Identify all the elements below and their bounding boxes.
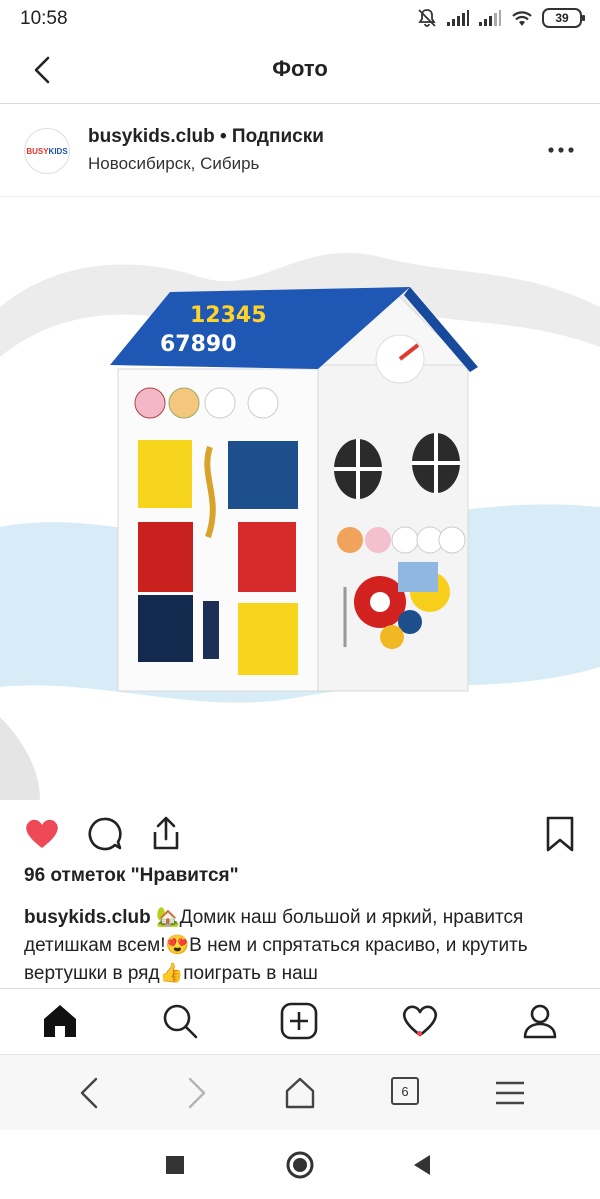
- triangle-back-icon: [414, 1155, 430, 1175]
- save-button[interactable]: [540, 814, 580, 854]
- share-icon: [153, 816, 179, 850]
- post-photo[interactable]: 12345 67890: [0, 197, 600, 800]
- app-header: Фото: [0, 38, 600, 104]
- chevron-left-icon: [80, 1077, 98, 1109]
- browser-toolbar: [0, 1054, 600, 1130]
- signal-2-icon: [479, 10, 501, 26]
- status-time: 10:58: [20, 8, 68, 29]
- busy-house-image: 12345 67890: [0, 252, 600, 800]
- likes-count[interactable]: 96 отметок "Нравится": [24, 865, 239, 887]
- search-icon: [163, 1004, 198, 1039]
- nav-add-post-button[interactable]: [279, 1001, 319, 1041]
- post-actions: [0, 810, 600, 860]
- recent-apps-button[interactable]: [160, 1150, 190, 1180]
- system-nav-bar: [0, 1130, 600, 1199]
- page-title: Фото: [272, 56, 328, 81]
- profile-icon: [523, 1004, 557, 1039]
- muted-bell-icon: [418, 9, 436, 27]
- post-caption: busykids.club 🏡Домик наш большой и яркий…: [24, 904, 584, 988]
- more-dots-icon: [548, 147, 574, 153]
- hamburger-menu-icon: [496, 1081, 524, 1105]
- browser-tabs-button[interactable]: 6: [391, 1077, 419, 1105]
- square-icon: [166, 1156, 184, 1174]
- wifi-icon: [512, 11, 532, 26]
- signal-icon: [447, 10, 469, 26]
- comment-icon: [88, 817, 122, 851]
- circle-icon: [286, 1151, 314, 1179]
- caption-username[interactable]: busykids.club: [24, 907, 151, 928]
- separator-dot: •: [214, 126, 232, 147]
- post-user-line: busykids.club • Подписки: [88, 126, 324, 148]
- status-bar: 10:58 39: [0, 0, 600, 38]
- heart-filled-icon: [26, 819, 58, 848]
- browser-back-button[interactable]: [70, 1073, 110, 1113]
- add-square-icon: [280, 1002, 318, 1040]
- home-outline-icon: [285, 1077, 315, 1109]
- system-back-button[interactable]: [408, 1150, 438, 1180]
- battery-indicator: 39: [542, 8, 585, 28]
- post-username[interactable]: busykids.club: [88, 126, 215, 147]
- activity-notification-dot: [417, 1031, 422, 1036]
- browser-forward-button[interactable]: [176, 1073, 216, 1113]
- follow-state[interactable]: Подписки: [232, 126, 324, 147]
- browser-home-button[interactable]: [280, 1073, 320, 1113]
- nav-profile-button[interactable]: [520, 1001, 560, 1041]
- post-location[interactable]: Новосибирск, Сибирь: [88, 154, 259, 174]
- nav-search-button[interactable]: [160, 1001, 200, 1041]
- system-home-button[interactable]: [285, 1150, 315, 1180]
- chevron-right-icon: [188, 1077, 206, 1109]
- avatar-logo: BUSYKIDS: [26, 146, 68, 156]
- status-icons: 39: [416, 8, 585, 28]
- post-header: BUSYKIDS busykids.club • Подписки Новоси…: [0, 104, 600, 197]
- comment-button[interactable]: [84, 814, 124, 854]
- avatar[interactable]: BUSYKIDS: [24, 128, 70, 174]
- bookmark-icon: [546, 816, 574, 852]
- roof-numbers-top: 12345: [190, 303, 267, 328]
- like-button[interactable]: [22, 814, 62, 854]
- bottom-nav: [0, 988, 600, 1054]
- share-button[interactable]: [146, 814, 186, 854]
- more-options-button[interactable]: [548, 140, 574, 160]
- nav-home-button[interactable]: [40, 1001, 80, 1041]
- browser-menu-button[interactable]: [490, 1073, 530, 1113]
- home-filled-icon: [44, 1005, 76, 1037]
- roof-numbers-bottom: 67890: [160, 332, 237, 357]
